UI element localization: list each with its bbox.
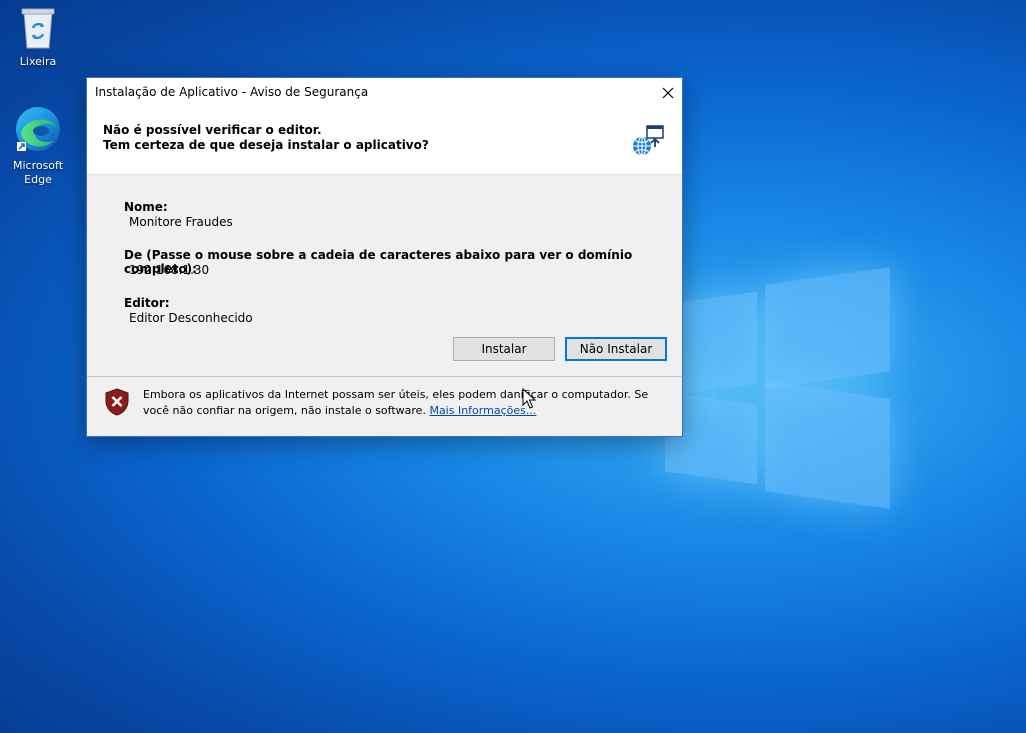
header-warning-line1: Não é possível verificar o editor. [103,123,322,137]
recycle-bin-label: Lixeira [19,55,57,68]
mouse-cursor-icon [522,388,536,409]
dialog-title: Instalação de Aplicativo - Aviso de Segu… [95,85,369,99]
publisher-value: Editor Desconhecido [129,311,253,325]
app-details: Nome: Monitore Fraudes De (Passe o mouse… [87,175,682,355]
footer-warning-text: Embora os aplicativos da Internet possam… [143,388,649,417]
footer-message: Embora os aplicativos da Internet possam… [143,387,668,419]
name-value: Monitore Fraudes [129,215,233,229]
edge-icon [16,107,60,151]
publisher-label: Editor: [124,296,170,310]
dont-install-button[interactable]: Não Instalar [565,337,667,361]
from-value[interactable]: 192.168.1.30 [129,263,209,277]
dialog-footer: Embora os aplicativos da Internet possam… [87,377,682,436]
close-button[interactable] [654,78,682,107]
install-button[interactable]: Instalar [453,337,555,361]
edge-desktop-icon[interactable]: Microsoft Edge [6,104,70,187]
edge-label: Microsoft Edge [12,159,64,186]
windows-logo-wallpaper [665,267,890,509]
recycle-bin-icon [21,8,55,49]
more-info-link[interactable]: Mais Informações... [429,404,536,417]
header-warning-line2: Tem certeza de que deseja instalar o apl… [103,138,429,152]
recycle-bin-desktop-icon[interactable]: Lixeira [6,6,70,69]
close-icon [662,87,674,98]
dialog-header: Não é possível verificar o editor. Tem c… [87,107,682,175]
name-label: Nome: [124,200,168,214]
dialog-titlebar[interactable]: Instalação de Aplicativo - Aviso de Segu… [87,78,682,107]
clickonce-install-icon [633,125,664,156]
security-shield-icon [105,388,129,416]
security-warning-dialog: Instalação de Aplicativo - Aviso de Segu… [86,77,683,437]
